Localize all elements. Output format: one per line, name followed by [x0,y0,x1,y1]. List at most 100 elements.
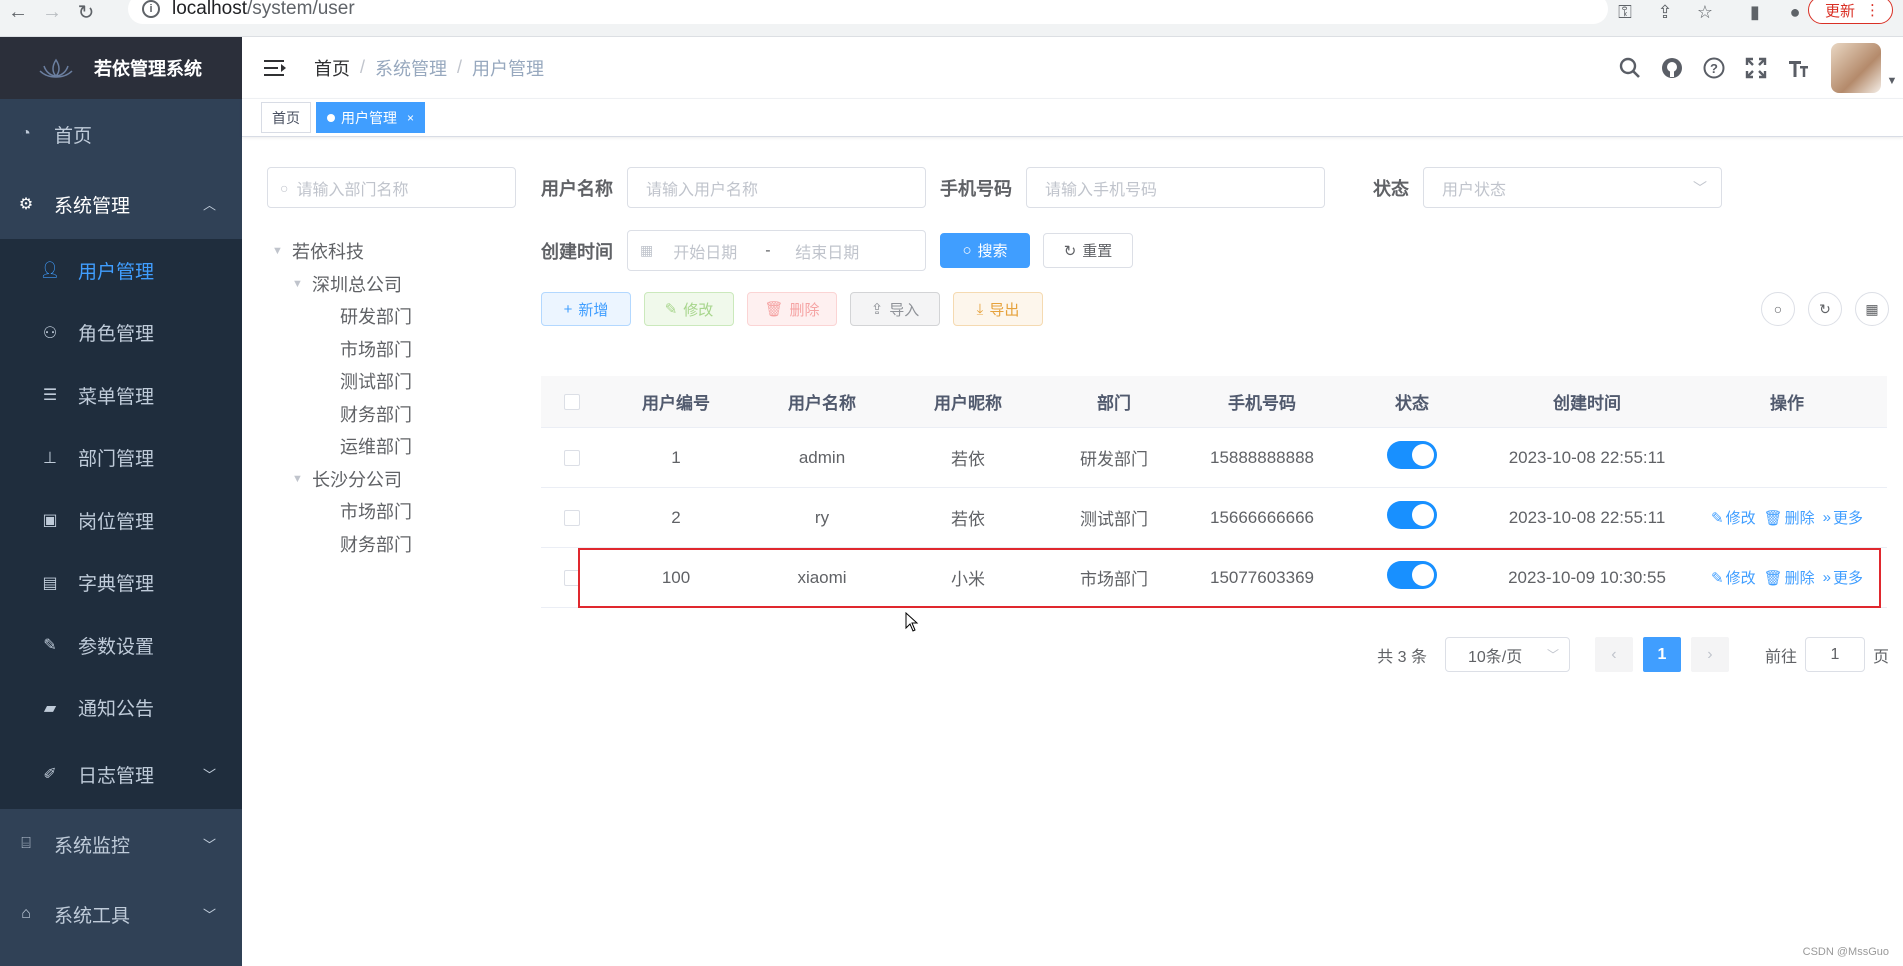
caret-down-icon[interactable]: ▼ [1881,75,1903,87]
status-switch[interactable] [1387,441,1437,469]
breadcrumb: 首页 / 系统管理 / 用户管理 [314,55,544,81]
status-switch[interactable] [1387,561,1437,589]
sidebar-item-log[interactable]: ✐ 日志管理 ﹀ [0,739,242,809]
tag-home[interactable]: 首页 [261,102,311,133]
edit-button[interactable]: ✎ 修改 [644,292,734,326]
search-button[interactable]: ○ 搜索 [940,233,1030,268]
toolbar: + 新增 ✎ 修改 🗑︎ 删除 ⇪ 导入 ⤓ 导出 [541,292,1043,326]
goto-page-input[interactable]: 1 [1804,637,1865,672]
forward-icon[interactable]: → [38,0,66,24]
refresh-icon[interactable]: ↻ [1808,292,1842,326]
back-icon[interactable]: ← [4,0,32,24]
tree-node[interactable]: 测试部门 [272,365,522,398]
next-page-button[interactable]: › [1690,637,1729,672]
end-date-placeholder: 结束日期 [795,244,860,262]
dept-search-placeholder: 请输入部门名称 [296,181,409,199]
sidebar-item-role[interactable]: ⚇ 角色管理 [0,302,242,365]
sidebar-item-config[interactable]: ✎ 参数设置 [0,614,242,677]
sidebar-item-post[interactable]: ▣ 岗位管理 [0,489,242,552]
dept-search-input[interactable]: ○ 请输入部门名称 [267,167,516,208]
close-icon[interactable]: × [407,111,414,125]
font-size-icon[interactable] [1777,47,1819,89]
edit-link[interactable]: ✎ 修改 [1711,567,1756,588]
delete-link[interactable]: 🗑︎ 删除 [1764,567,1815,588]
table-row[interactable]: 2 ry 若依 测试部门 15666666666 2023-10-08 22:55:11 ✎… [541,488,1887,548]
sidebar-item-home[interactable]: ◔ 首页 [0,99,242,169]
key-icon[interactable]: ⚿ [1612,0,1638,24]
star-icon[interactable]: ☆ [1692,0,1718,24]
delete-button[interactable]: 🗑︎ 删除 [747,292,837,326]
caret-down-icon[interactable]: ▼ [292,473,312,485]
breadcrumb-home[interactable]: 首页 [314,55,350,81]
caret-down-icon[interactable]: ▼ [292,278,312,290]
update-label: 更新 [1824,2,1855,20]
add-button[interactable]: + 新增 [541,292,631,326]
user-icon: 👤︎ [39,262,61,280]
export-button[interactable]: ⤓ 导出 [953,292,1043,326]
address-bar[interactable]: i localhost/system/user [128,0,1608,24]
sidebar-item-label: 岗位管理 [78,511,155,533]
columns-icon[interactable]: ▦ [1855,292,1889,326]
edit-link[interactable]: ✎ 修改 [1711,507,1756,528]
sidebar-item-system[interactable]: ⚙ 系统管理 ︿ [0,169,242,239]
search-icon[interactable] [1609,47,1651,89]
sidebar-item-menu[interactable]: ☰ 菜单管理 [0,364,242,427]
logo[interactable]: 若依管理系统 [0,37,242,99]
site-info-icon[interactable]: i [142,0,160,18]
date-range-picker[interactable]: ▦ 开始日期 - 结束日期 [627,230,926,271]
tree-node[interactable]: 市场部门 [272,333,522,366]
caret-down-icon[interactable]: ▼ [272,245,292,257]
help-icon[interactable]: ? [1693,47,1735,89]
status-select[interactable]: 用户状态 ﹀ [1423,167,1722,208]
avatar[interactable] [1831,43,1881,93]
tree-node[interactable]: 财务部门 [272,398,522,431]
prev-page-button[interactable]: ‹ [1594,637,1633,672]
fullscreen-icon[interactable] [1735,47,1777,89]
row-checkbox[interactable] [564,569,580,586]
row-select-cell [541,569,603,586]
row-checkbox[interactable] [564,449,580,466]
tree-node[interactable]: ▼ 长沙分公司 [272,463,522,496]
delete-link[interactable]: 🗑︎ 删除 [1764,507,1815,528]
tree-node[interactable]: 市场部门 [272,495,522,528]
delete-link-label: 删除 [1784,570,1815,587]
hamburger-icon[interactable] [264,58,288,78]
share-icon[interactable]: ⇪ [1652,0,1678,24]
tag-user[interactable]: 用户管理 × [316,102,426,133]
page-size-select[interactable]: 10条/页 ﹀ [1444,637,1570,672]
sidebar-item-dept[interactable]: ⊥ 部门管理 [0,427,242,490]
cell-id: 2 [671,507,681,527]
username-input[interactable]: 请输入用户名称 [627,167,926,208]
tree-node[interactable]: 财务部门 [272,528,522,561]
more-icon: » [1822,509,1831,526]
sidebar-item-tool[interactable]: ⌂ 系统工具 ﹀ [0,879,242,949]
status-switch[interactable] [1387,501,1437,529]
update-button[interactable]: 更新 ⋮ [1807,0,1893,24]
profile-icon[interactable]: ● [1782,0,1808,24]
tree-node[interactable]: ▼ 深圳总公司 [272,268,522,301]
sidebar-item-monitor[interactable]: ⌸ 系统监控 ﹀ [0,809,242,879]
row-checkbox[interactable] [564,509,580,526]
tree-node[interactable]: ▼ 若依科技 [272,235,522,268]
operations-cell: ✎ 修改 🗑︎ 删除 » 更多 [1687,567,1887,588]
tree-node[interactable]: 研发部门 [272,300,522,333]
table-row[interactable]: 1 admin 若依 研发部门 15888888888 2023-10-08 22:55:… [541,428,1887,488]
reload-icon[interactable]: ↻ [72,0,100,24]
reset-button[interactable]: ↻ 重置 [1043,233,1133,268]
more-link[interactable]: » 更多 [1823,507,1863,528]
delete-icon: 🗑︎ [764,301,784,318]
delete-link-label: 删除 [1784,510,1815,527]
page-number-current[interactable]: 1 [1642,637,1681,672]
import-button[interactable]: ⇪ 导入 [850,292,940,326]
sidepanel-icon[interactable]: ▮ [1742,0,1768,24]
more-link[interactable]: » 更多 [1823,567,1863,588]
sidebar-item-user[interactable]: 👤︎ 用户管理 [0,239,242,302]
toggle-search-icon[interactable]: ○ [1761,292,1795,326]
tree-node[interactable]: 运维部门 [272,430,522,463]
github-icon[interactable] [1651,47,1693,89]
table-row[interactable]: 100 xiaomi 小米 市场部门 15077603369 2023-10-09 10:… [541,548,1887,608]
sidebar-item-notice[interactable]: ▰ 通知公告 [0,677,242,740]
phone-input[interactable]: 请输入手机号码 [1026,167,1325,208]
select-all-checkbox[interactable] [564,393,580,410]
sidebar-item-dict[interactable]: ▤ 字典管理 [0,552,242,615]
